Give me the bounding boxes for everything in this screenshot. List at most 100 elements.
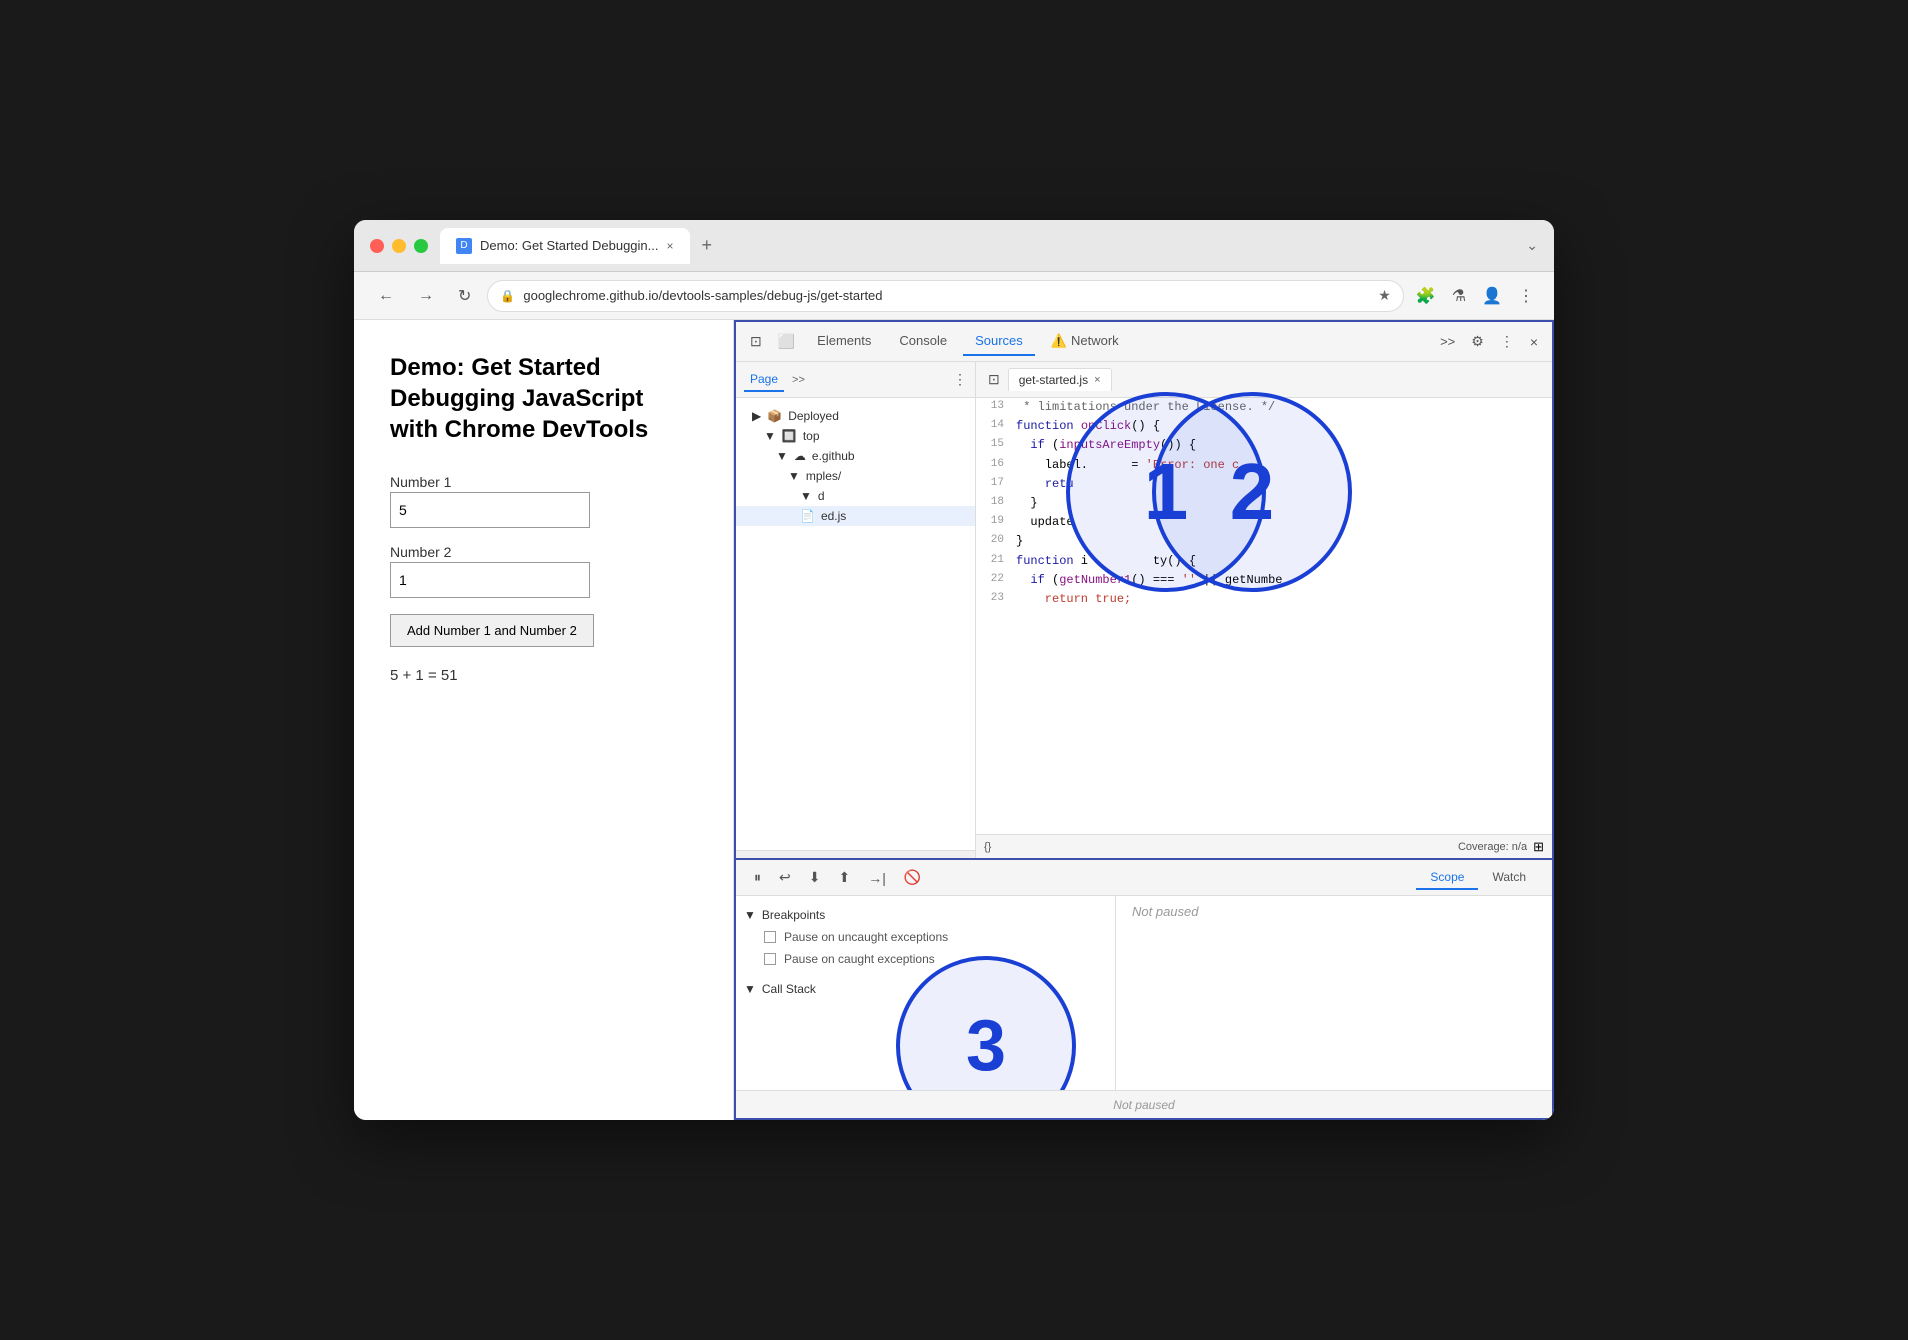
file-tree-js[interactable]: 📄 ed.js xyxy=(736,506,975,526)
debug-tab-area: Scope Watch xyxy=(1416,866,1540,890)
deployed-arrow: ▶ xyxy=(752,409,761,423)
sources-more-button[interactable]: >> xyxy=(792,374,805,386)
back-button[interactable]: ← xyxy=(370,283,402,309)
address-security-icon: 🔒 xyxy=(500,289,515,303)
page-title: Demo: Get Started Debugging JavaScript w… xyxy=(390,352,697,446)
editor-tab-close[interactable]: × xyxy=(1094,374,1100,386)
file-tree-deployed[interactable]: ▶ 📦 Deployed xyxy=(736,406,975,426)
tab-dropdown-icon[interactable]: ⌄ xyxy=(1526,237,1538,254)
code-editor-panel: ⊡ get-started.js × 13 * limitations unde… xyxy=(976,362,1552,858)
tab-elements[interactable]: Elements xyxy=(805,327,883,356)
editor-tab-icon: ⊡ xyxy=(984,367,1004,392)
warning-icon: ⚠️ xyxy=(1051,333,1067,349)
file-tree-github[interactable]: ▼ ☁ e.github xyxy=(736,446,975,466)
tab-sources[interactable]: Sources xyxy=(963,327,1035,356)
code-line-21: 21 function i ty() { xyxy=(976,552,1552,571)
deployed-label: Deployed xyxy=(788,409,839,423)
number2-label: Number 2 xyxy=(390,544,451,560)
result-text: 5 + 1 = 51 xyxy=(390,667,697,684)
code-line-13: 13 * limitations under the License. */ xyxy=(976,398,1552,417)
js-label: ed.js xyxy=(821,509,846,523)
more-options-button[interactable]: ⋮ xyxy=(1494,329,1520,354)
github-icon: ☁ xyxy=(794,449,806,463)
url-text: googlechrome.github.io/devtools-samples/… xyxy=(523,288,1370,303)
step-out-button[interactable]: ⬆ xyxy=(832,865,856,890)
forward-button[interactable]: → xyxy=(410,283,442,309)
call-stack-label: Call Stack xyxy=(762,982,816,996)
top-label: top xyxy=(803,429,820,443)
tab-close-btn[interactable]: × xyxy=(666,239,673,253)
step-into-button[interactable]: ⬇ xyxy=(803,865,827,890)
maximize-traffic-light[interactable] xyxy=(414,239,428,253)
bookmark-icon[interactable]: ★ xyxy=(1378,287,1391,304)
browser-window: D Demo: Get Started Debuggin... × + ⌄ ← … xyxy=(354,220,1554,1120)
refresh-button[interactable]: ↻ xyxy=(450,282,479,310)
sources-menu-button[interactable]: ⋮ xyxy=(953,371,967,388)
debugger-panel: ⏸ ↩ ⬇ ⬆ →| 🚫 Scope Watch xyxy=(736,858,1552,1118)
code-line-14: 14 function onClick() { xyxy=(976,417,1552,436)
scope-tab[interactable]: Scope xyxy=(1416,866,1478,890)
inspect-element-button[interactable]: ⊡ xyxy=(744,329,768,354)
coverage-button[interactable]: ⊞ xyxy=(1533,839,1544,855)
js-icon: 📄 xyxy=(800,509,815,523)
minimize-traffic-light[interactable] xyxy=(392,239,406,253)
file-tree-top[interactable]: ▼ 🔲 top xyxy=(736,426,975,446)
nav-bar: ← → ↻ 🔒 googlechrome.github.io/devtools-… xyxy=(354,272,1554,320)
more-menu-button[interactable]: ⋮ xyxy=(1514,282,1538,310)
github-label: e.github xyxy=(812,449,855,463)
code-line-19: 19 update xyxy=(976,513,1552,532)
caught-checkbox[interactable] xyxy=(764,953,776,965)
pause-button[interactable]: ⏸ xyxy=(748,865,767,890)
uncaught-checkbox[interactable] xyxy=(764,931,776,943)
top-icon: 🔲 xyxy=(782,429,797,443)
call-stack-header[interactable]: ▼ Call Stack xyxy=(744,978,1107,1000)
github-arrow: ▼ xyxy=(776,449,788,463)
address-bar[interactable]: 🔒 googlechrome.github.io/devtools-sample… xyxy=(487,280,1403,312)
close-traffic-light[interactable] xyxy=(370,239,384,253)
device-mode-button[interactable]: ⬜ xyxy=(772,329,801,354)
scope-panel: Not paused xyxy=(1116,896,1552,1090)
code-line-15: 15 if (inputsAreEmpty()) { xyxy=(976,436,1552,455)
file-tree-samples[interactable]: ▼ mples/ xyxy=(736,466,975,486)
flask-button[interactable]: ⚗ xyxy=(1448,282,1470,310)
number1-input[interactable] xyxy=(390,492,590,528)
step-button[interactable]: →| xyxy=(862,866,892,890)
circle-3: 3 xyxy=(896,956,1076,1090)
devtools-toolbar: ⊡ ⬜ Elements Console Sources ⚠️ Network … xyxy=(736,322,1552,362)
code-line-16: 16 label. = 'Error: one c xyxy=(976,456,1552,475)
settings-button[interactable]: ⚙ xyxy=(1465,329,1490,354)
breakpoints-header[interactable]: ▼ Breakpoints xyxy=(744,904,1107,926)
new-tab-button[interactable]: + xyxy=(694,231,721,260)
number2-input[interactable] xyxy=(390,562,590,598)
devtools-body-wrapper: Page >> ⋮ ▶ 📦 Deployed ▼ xyxy=(736,362,1552,1118)
deactivate-breakpoints-button[interactable]: 🚫 xyxy=(898,865,927,890)
watch-tab[interactable]: Watch xyxy=(1478,866,1540,890)
code-line-18: 18 } xyxy=(976,494,1552,513)
close-devtools-button[interactable]: × xyxy=(1524,330,1544,354)
devtools-panel: ⊡ ⬜ Elements Console Sources ⚠️ Network … xyxy=(734,320,1554,1120)
code-line-22: 22 if (getNumber1() === '' || getNumbe xyxy=(976,571,1552,590)
d-label: d xyxy=(818,489,825,503)
traffic-lights xyxy=(370,239,428,253)
nav-actions: 🧩 ⚗ 👤 ⋮ xyxy=(1412,282,1538,310)
sources-file-tree-panel: Page >> ⋮ ▶ 📦 Deployed ▼ xyxy=(736,362,976,858)
breakpoint-uncaught: Pause on uncaught exceptions xyxy=(744,926,1107,948)
editor-tab-get-started[interactable]: get-started.js × xyxy=(1008,368,1112,391)
file-tree-d[interactable]: ▼ d xyxy=(736,486,975,506)
debugger-body: ▼ Breakpoints Pause on uncaught exceptio… xyxy=(736,896,1552,1090)
tab-network[interactable]: ⚠️ Network xyxy=(1039,327,1131,357)
sources-scrollbar[interactable] xyxy=(736,850,975,858)
call-stack-arrow: ▼ xyxy=(744,982,756,996)
sources-page-tab[interactable]: Page xyxy=(744,368,784,392)
extensions-button[interactable]: 🧩 xyxy=(1412,282,1440,310)
browser-tab[interactable]: D Demo: Get Started Debuggin... × xyxy=(440,228,690,264)
add-button[interactable]: Add Number 1 and Number 2 xyxy=(390,614,594,647)
code-editor[interactable]: 13 * limitations under the License. */ 1… xyxy=(976,398,1552,834)
more-tabs-button[interactable]: >> xyxy=(1434,330,1461,353)
code-line-20: 20 } xyxy=(976,532,1552,551)
tab-console[interactable]: Console xyxy=(887,327,959,356)
profile-button[interactable]: 👤 xyxy=(1478,282,1506,310)
pretty-print-icon[interactable]: {} xyxy=(984,841,991,853)
not-paused-text: Not paused xyxy=(1132,904,1199,919)
step-over-button[interactable]: ↩ xyxy=(773,865,797,890)
